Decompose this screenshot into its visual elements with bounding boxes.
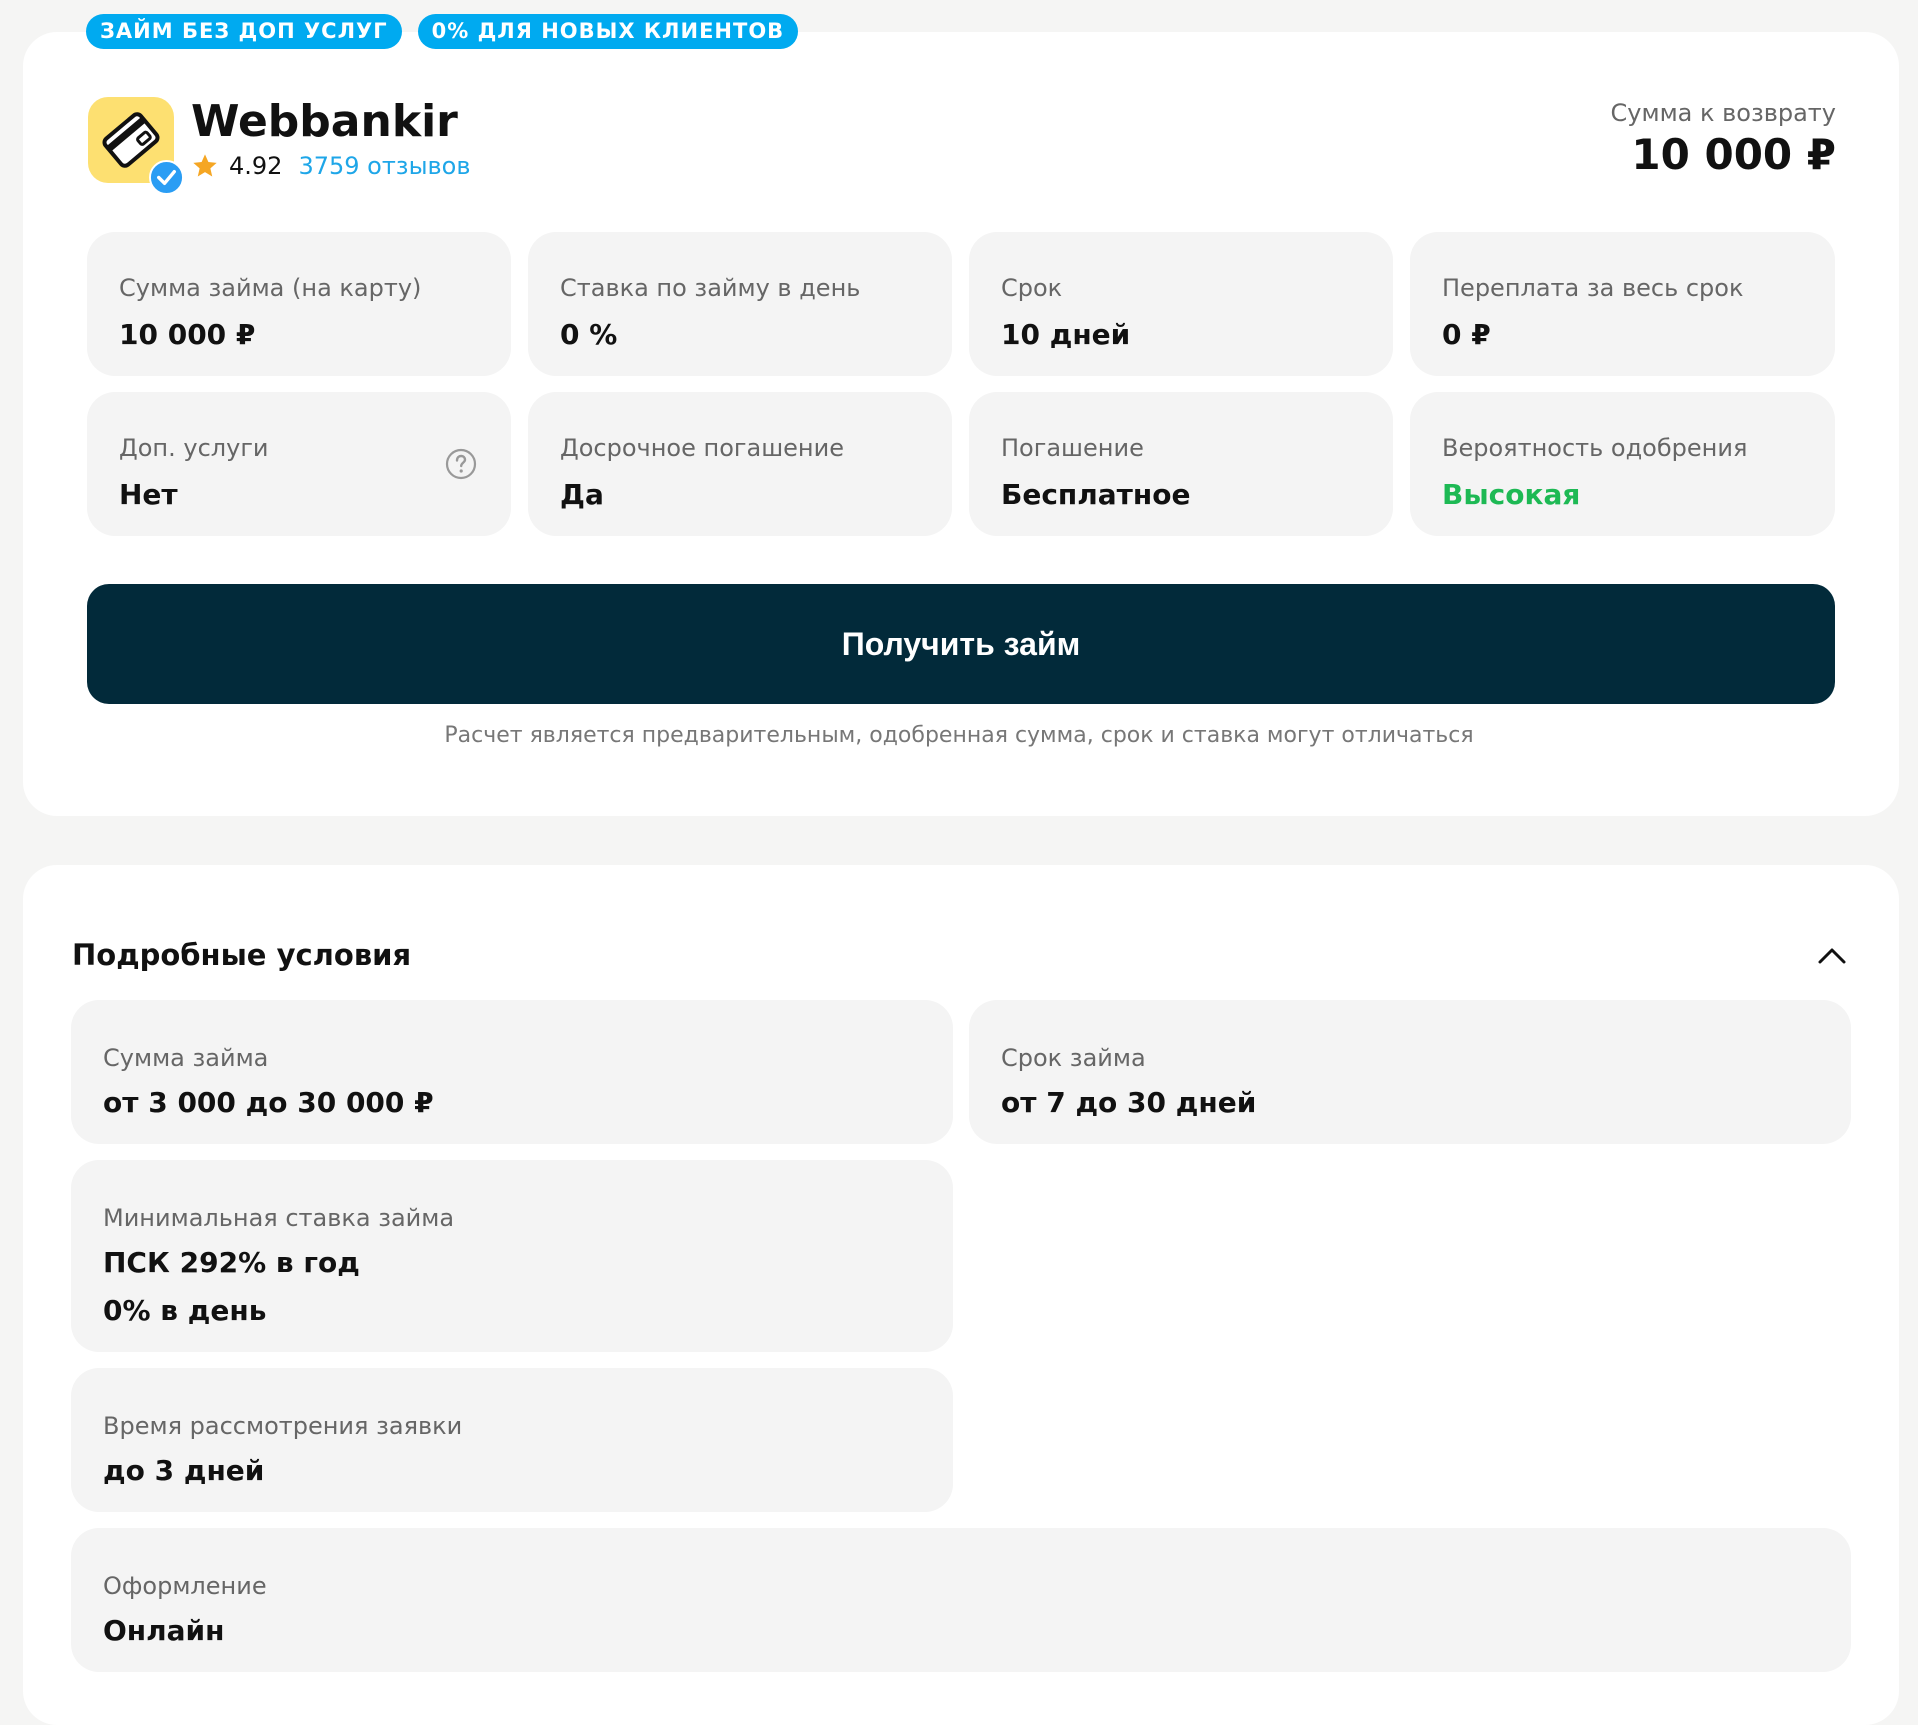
detail-loan-amount: Сумма займа от 3 000 до 30 000 ₽ — [71, 1000, 953, 1144]
tile-label: Досрочное погашение — [560, 434, 844, 462]
detail-value: от 7 до 30 дней — [1001, 1086, 1257, 1119]
detail-value: от 3 000 до 30 000 ₽ — [103, 1086, 434, 1119]
get-loan-button[interactable]: Получить займ — [87, 584, 1835, 704]
detail-label: Срок займа — [1001, 1044, 1146, 1072]
tile-value: 10 000 ₽ — [119, 318, 256, 351]
summary-early-repayment: Досрочное погашение Да — [528, 392, 952, 536]
detail-value: до 3 дней — [103, 1454, 265, 1487]
detail-application: Оформление Онлайн — [71, 1528, 1851, 1672]
detail-review-time: Время рассмотрения заявки до 3 дней — [71, 1368, 953, 1512]
tile-value: Бесплатное — [1001, 478, 1191, 511]
tile-value: Нет — [119, 478, 178, 511]
summary-extra-services: Доп. услуги Нет — [87, 392, 511, 536]
summary-overpayment: Переплата за весь срок 0 ₽ — [1410, 232, 1835, 376]
detail-value-apr: ПСК 292% в год — [103, 1246, 360, 1279]
summary-term: Срок 10 дней — [969, 232, 1393, 376]
tile-label: Срок — [1001, 274, 1063, 302]
return-amount-label: Сумма к возврату — [1610, 99, 1837, 127]
summary-loan-amount: Сумма займа (на карту) 10 000 ₽ — [87, 232, 511, 376]
summary-approval-probability: Вероятность одобрения Высокая — [1410, 392, 1835, 536]
detail-loan-term: Срок займа от 7 до 30 дней — [969, 1000, 1851, 1144]
detail-min-rate: Минимальная ставка займа ПСК 292% в год … — [71, 1160, 953, 1352]
tile-label: Сумма займа (на карту) — [119, 274, 422, 302]
details-title[interactable]: Подробные условия — [72, 938, 411, 972]
lender-name: Webbankir — [191, 96, 458, 147]
detail-label: Минимальная ставка займа — [103, 1204, 455, 1232]
rating-value: 4.92 — [229, 152, 283, 180]
tile-value: Да — [560, 478, 604, 511]
help-icon[interactable] — [445, 448, 477, 480]
tile-label: Ставка по займу в день — [560, 274, 861, 302]
verified-icon — [149, 160, 184, 195]
disclaimer: Расчет является предварительным, одобрен… — [444, 723, 1474, 748]
tile-value: 0 % — [560, 318, 618, 351]
tile-label: Вероятность одобрения — [1442, 434, 1748, 462]
return-amount-value: 10 000 ₽ — [1631, 130, 1836, 179]
tile-value: 10 дней — [1001, 318, 1131, 351]
tile-value: 0 ₽ — [1442, 318, 1491, 351]
tile-label: Переплата за весь срок — [1442, 274, 1744, 302]
chevron-up-icon[interactable] — [1816, 940, 1848, 972]
badge-zero-percent: 0% ДЛЯ НОВЫХ КЛИЕНТОВ — [417, 14, 799, 49]
badge-no-extra-services: ЗАЙМ БЕЗ ДОП УСЛУГ — [86, 14, 402, 49]
tile-label: Погашение — [1001, 434, 1144, 462]
summary-daily-rate: Ставка по займу в день 0 % — [528, 232, 952, 376]
approval-value: Высокая — [1442, 478, 1581, 511]
detail-label: Оформление — [103, 1572, 267, 1600]
summary-repayment: Погашение Бесплатное — [969, 392, 1393, 536]
star-icon — [193, 154, 217, 177]
detail-label: Сумма займа — [103, 1044, 269, 1072]
tile-label: Доп. услуги — [119, 434, 269, 462]
badges: ЗАЙМ БЕЗ ДОП УСЛУГ 0% ДЛЯ НОВЫХ КЛИЕНТОВ — [86, 14, 799, 49]
detail-value: Онлайн — [103, 1614, 225, 1647]
detail-value-daily: 0% в день — [103, 1294, 267, 1327]
reviews-link[interactable]: 3759 отзывов — [298, 152, 470, 180]
rating-row: 4.92 3759 отзывов — [191, 152, 471, 180]
detail-label: Время рассмотрения заявки — [103, 1412, 463, 1440]
